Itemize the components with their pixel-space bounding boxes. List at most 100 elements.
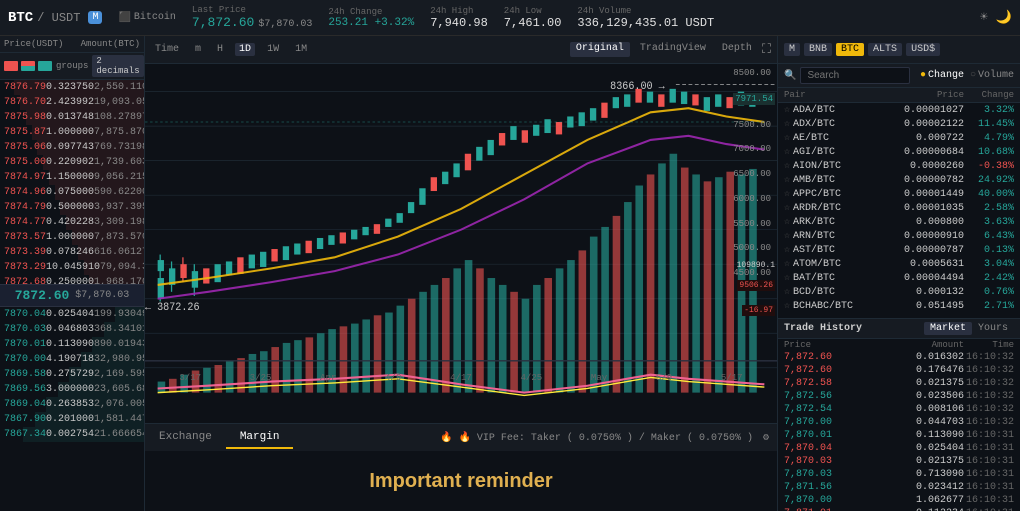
chart-area: Time m H 1D 1W 1M Original TradingView D… — [145, 36, 777, 511]
orderbook: Price(USDT) Amount(BTC) groups 2 decimal… — [0, 36, 145, 511]
margin-badge: M — [88, 11, 102, 24]
list-item[interactable]: ☆ AION/BTC 0.0000260 -0.38% — [778, 159, 1020, 173]
tf-1w[interactable]: 1W — [263, 43, 283, 56]
bid-row[interactable]: 7870.01 0.113090 890.01943000 — [0, 337, 144, 352]
bid-row[interactable]: 7869.04 0.263853 2,076.00595812 — [0, 397, 144, 412]
ob-bids-icon[interactable] — [38, 61, 52, 71]
vip-fee-info: 🔥 🔥 VIP Fee: Taker ( 0.0750% ) / Maker (… — [440, 432, 777, 444]
radio-change[interactable]: ● Change — [920, 70, 964, 81]
tag-alts[interactable]: ALTS — [868, 43, 902, 56]
settings-icon[interactable]: ⚙ — [763, 433, 769, 444]
price-8500: 8500.00 — [733, 68, 775, 78]
svg-text:8366.00 →: 8366.00 → — [610, 81, 665, 94]
expand-icon[interactable]: ⛶ — [762, 42, 771, 57]
view-depth[interactable]: Depth — [716, 42, 758, 57]
th-col-amount: Amount — [904, 340, 964, 350]
symbol-group: BTC / USDT M — [8, 10, 102, 26]
reminder-text: Important reminder — [369, 470, 552, 493]
list-item[interactable]: ☆ ADX/BTC 0.00002122 11.45% — [778, 117, 1020, 131]
high-stat: 24h High 7,940.98 — [430, 6, 488, 30]
moon-icon[interactable]: 🌙 — [996, 10, 1012, 25]
tab-exchange[interactable]: Exchange — [145, 427, 226, 449]
list-item[interactable]: ☆ APPC/BTC 0.00001449 40.00% — [778, 187, 1020, 201]
col-price: Price — [894, 90, 964, 100]
list-item[interactable]: ☆ AE/BTC 0.000722 4.79% — [778, 131, 1020, 145]
table-row: 7,871.56 0.023412 16:10:31 — [778, 481, 1020, 494]
pairs-table-header: Pair Price Change — [778, 88, 1020, 103]
price-7000: 7000.00 — [733, 144, 775, 154]
ask-row[interactable]: 7873.29 10.045910 79,094.36274390 — [0, 260, 144, 275]
ask-row[interactable]: 7875.87 1.000000 7,875.87000000 — [0, 125, 144, 140]
bid-row[interactable]: 7869.56 3.000000 23,605.68000000 — [0, 382, 144, 397]
price-5500: 5500.00 — [733, 219, 775, 229]
ask-row[interactable]: 7876.70 2.423992 19,093.05778640 — [0, 95, 144, 110]
tag-m[interactable]: M — [784, 43, 800, 56]
amount-col-header: Amount(BTC) — [81, 39, 140, 49]
list-item[interactable]: ☆ AST/BTC 0.00000787 0.13% — [778, 243, 1020, 257]
ask-row[interactable]: 7873.39 0.078246 616.06127394 — [0, 245, 144, 260]
ask-row[interactable]: 7874.96 0.075000 590.62200000 — [0, 185, 144, 200]
radio-volume[interactable]: ○ Volume — [970, 70, 1014, 81]
ask-row[interactable]: 7874.77 0.420228 3,309.19884756 — [0, 215, 144, 230]
table-row: 7,870.00 1.062677 16:10:31 — [778, 494, 1020, 507]
list-item[interactable]: ☆ AMB/BTC 0.00000782 24.92% — [778, 173, 1020, 187]
search-input[interactable] — [800, 67, 910, 84]
bid-row[interactable]: 7870.00 4.190718 32,980.95066000 — [0, 352, 144, 367]
body: Price(USDT) Amount(BTC) groups 2 decimal… — [0, 36, 1020, 511]
tf-1d[interactable]: 1D — [235, 43, 255, 56]
th-tab-market[interactable]: Market — [924, 322, 972, 335]
list-item[interactable]: ☆ AGI/BTC 0.00000684 10.68% — [778, 145, 1020, 159]
ask-row[interactable]: 7874.97 1.150000 9,056.21550000 — [0, 170, 144, 185]
ask-row[interactable]: 7872.68 0.250000 1,968.17000000 — [0, 275, 144, 284]
ask-row[interactable]: 7875.06 0.097743 769.73198958 — [0, 140, 144, 155]
tag-btc[interactable]: BTC — [836, 43, 864, 56]
reminder-area: Important reminder — [145, 451, 777, 511]
ask-row[interactable]: 7874.79 0.500000 3,937.39500000 — [0, 200, 144, 215]
list-item[interactable]: ☆ ARN/BTC 0.00000910 6.43% — [778, 229, 1020, 243]
list-item[interactable]: ☆ ADA/BTC 0.00001027 3.32% — [778, 103, 1020, 117]
bid-row[interactable]: 7867.34 0.002754 21.66665436 — [0, 427, 144, 442]
tab-margin[interactable]: Margin — [226, 427, 294, 449]
bid-row[interactable]: 7867.90 0.201000 1,581.44790000 — [0, 412, 144, 427]
view-original[interactable]: Original — [570, 42, 630, 57]
pairs-list: ☆ ADA/BTC 0.00001027 3.32% ☆ ADX/BTC 0.0… — [778, 103, 1020, 318]
decimals-btn[interactable]: 2 decimals — [92, 55, 143, 77]
trade-history-rows: 7,872.60 0.016302 16:10:32 7,872.60 0.17… — [778, 351, 1020, 511]
price-6500: 6500.00 — [733, 169, 775, 179]
tf-time[interactable]: Time — [151, 43, 183, 56]
ask-row[interactable]: 7875.98 0.013748 108.27897304 — [0, 110, 144, 125]
list-item[interactable]: ☆ BCHABC/BTC 0.051495 2.71% — [778, 299, 1020, 313]
bid-row[interactable]: 7870.04 0.025404 199.93049616 — [0, 307, 144, 322]
list-item[interactable]: ☆ ATOM/BTC 0.0005631 3.04% — [778, 257, 1020, 271]
header: BTC / USDT M ⬛ Bitcoin Last Price 7,872.… — [0, 0, 1020, 36]
trade-history-header: Trade History Market Yours — [778, 319, 1020, 339]
tag-usd[interactable]: USD$ — [906, 43, 940, 56]
view-tradingview[interactable]: TradingView — [634, 42, 712, 57]
list-item[interactable]: ☆ BCD/BTC 0.000132 0.76% — [778, 285, 1020, 299]
table-row: 7,870.04 0.025404 16:10:31 — [778, 442, 1020, 455]
tag-bnb[interactable]: BNB — [804, 43, 832, 56]
sun-icon[interactable]: ☀ — [980, 10, 988, 25]
ask-row[interactable]: 7876.79 0.323750 2,550.11076250 — [0, 80, 144, 95]
ob-asks-icon[interactable] — [4, 61, 18, 71]
last-price-usd: $7,870.03 — [258, 19, 312, 30]
th-tab-yours[interactable]: Yours — [972, 322, 1014, 335]
volume-indicator-label: 109890.1 — [737, 259, 775, 271]
list-item[interactable]: ☆ ARDR/BTC 0.00001035 2.58% — [778, 201, 1020, 215]
ob-controls-left: groups — [4, 61, 88, 71]
ob-both-icon[interactable] — [21, 61, 35, 71]
tf-m[interactable]: m — [191, 43, 205, 56]
ask-row[interactable]: 7875.00 0.220902 1,739.60325000 — [0, 155, 144, 170]
list-item[interactable]: ☆ ARK/BTC 0.000800 3.63% — [778, 215, 1020, 229]
bid-row[interactable]: 7869.58 0.275729 2,169.59569482 — [0, 367, 144, 382]
ask-row[interactable]: 7873.57 1.000000 7,873.57000000 — [0, 230, 144, 245]
tf-h[interactable]: H — [213, 43, 227, 56]
quote-symbol: / USDT — [37, 11, 80, 25]
subindicator-label: 9506.26 — [737, 279, 775, 291]
volume-value: 336,129,435.01 USDT — [577, 16, 714, 30]
low-stat: 24h Low 7,461.00 — [504, 6, 562, 30]
list-item[interactable]: ☆ BAT/BTC 0.00004494 2.42% — [778, 271, 1020, 285]
tf-1m[interactable]: 1M — [291, 43, 311, 56]
radio-group: ● Change ○ Volume — [920, 70, 1014, 81]
bid-row[interactable]: 7870.03 0.046803 368.34101409 — [0, 322, 144, 337]
